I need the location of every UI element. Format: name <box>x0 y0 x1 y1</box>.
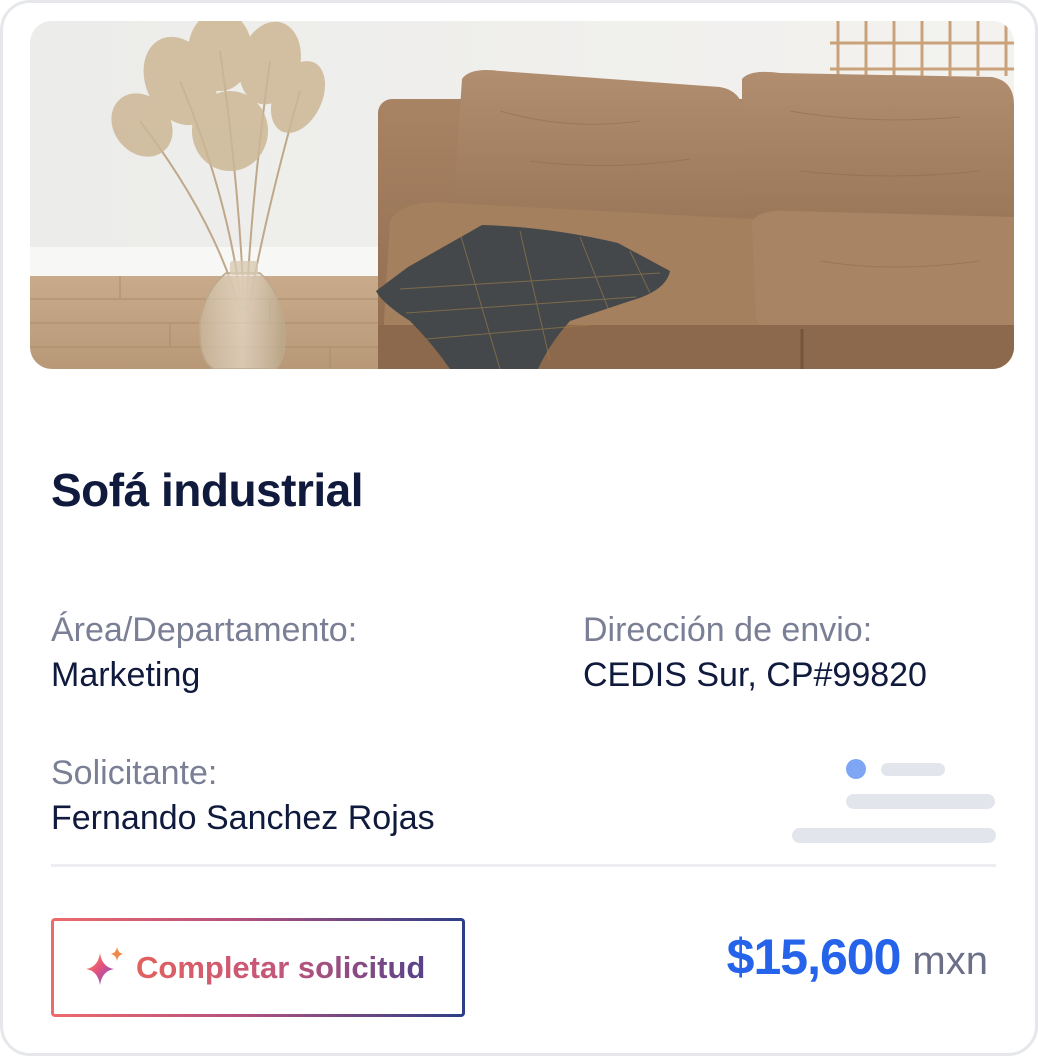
skeleton-line <box>881 763 945 776</box>
price: $15,600 mxn <box>727 928 988 986</box>
area-field: Área/Departamento: Marketing <box>51 608 357 698</box>
area-label: Área/Departamento: <box>51 611 358 649</box>
product-image <box>30 21 1014 369</box>
complete-request-button[interactable]: Completar solicitud <box>51 918 465 1017</box>
requester-field: Solicitante: Fernando Sanchez Rojas <box>51 751 435 841</box>
shipping-address-value: CEDIS Sur, CP#99820 <box>583 656 927 694</box>
skeleton-line <box>792 828 996 843</box>
product-title: Sofá industrial <box>51 464 363 516</box>
requester-label: Solicitante: <box>51 754 218 792</box>
request-card: Sofá industrial Área/Departamento: Marke… <box>0 0 1038 1056</box>
price-amount: $15,600 <box>726 929 902 985</box>
complete-request-label: Completar solicitud <box>136 949 426 985</box>
requester-value: Fernando Sanchez Rojas <box>51 799 435 837</box>
shipping-address-field: Dirección de envio: CEDIS Sur, CP#99820 <box>583 608 927 698</box>
price-currency: mxn <box>912 939 988 983</box>
skeleton-line <box>846 794 995 809</box>
area-value: Marketing <box>51 656 201 694</box>
divider <box>51 864 996 867</box>
sparkle-icon <box>82 945 128 991</box>
skeleton-dot <box>846 759 866 779</box>
shipping-address-label: Dirección de envio: <box>583 611 873 649</box>
